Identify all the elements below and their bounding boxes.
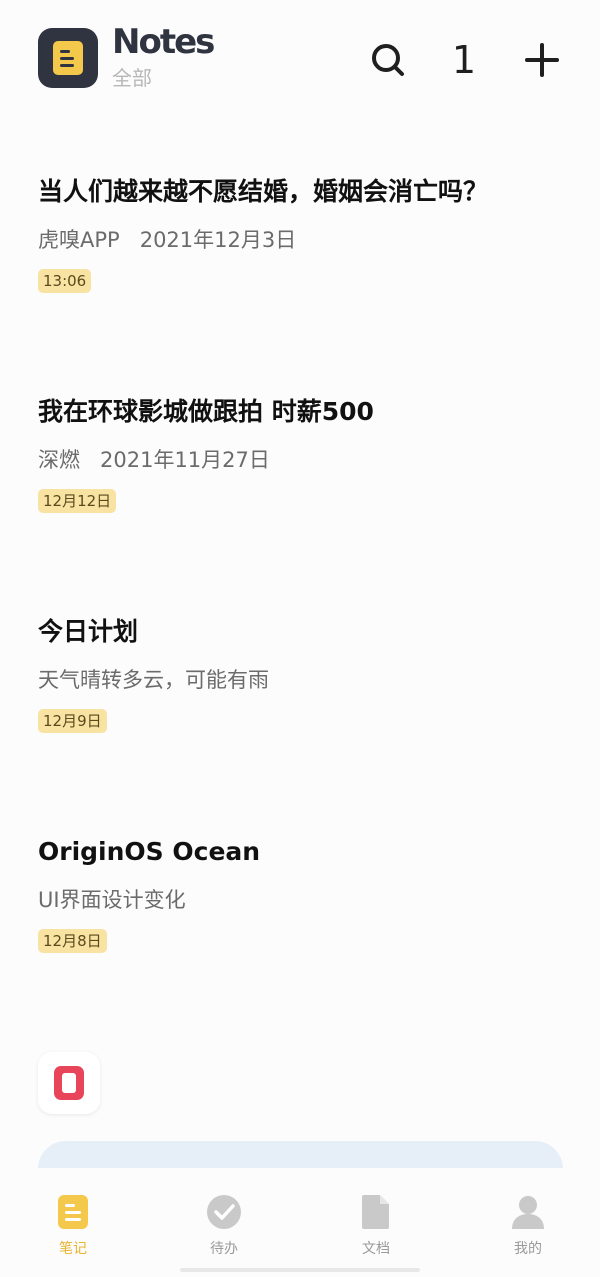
tab-todo[interactable]: 待办 [184,1194,264,1258]
note-source: 深燃 [38,448,80,472]
tab-me[interactable]: 我的 [488,1194,568,1258]
note-source: 虎嗅APP [38,228,120,252]
note-meta: 虎嗅APP 2021年12月3日 [38,225,568,255]
note-meta: 深燃 2021年11月27日 [38,445,568,475]
notes-screen: Notes 全部 1 当人们越来越不愿结婚，婚姻会消亡吗？ 虎嗅APP 2021年… [0,0,600,1277]
note-title: OriginOS Ocean [38,837,261,866]
note-icon [58,1195,88,1229]
document-icon [362,1195,389,1229]
note-date: 2021年12月3日 [139,228,297,252]
home-indicator[interactable] [180,1268,420,1272]
note-preview: UI界面设计变化 [38,888,186,912]
note-item[interactable]: 今日计划 天气晴转多云，可能有雨 12月9日 [38,614,568,733]
note-item[interactable]: 我在环球影城做跟拍 时薪500 深燃 2021年11月27日 12月12日 [38,394,568,513]
note-time-badge: 12月8日 [38,929,107,953]
bottom-nav: 笔记 待办 文档 我的 [0,1168,600,1277]
tab-label: 待办 [210,1241,238,1257]
note-time-badge: 13:06 [38,269,92,293]
note-meta: UI界面设计变化 [38,885,568,915]
tab-notes[interactable]: 笔记 [33,1194,113,1258]
check-circle-icon [207,1195,241,1229]
add-note-button[interactable] [518,36,566,84]
app-title: Notes [112,22,215,62]
header: Notes 全部 1 [0,0,600,120]
note-meta: 天气晴转多云，可能有雨 [38,665,568,695]
note-time-badge: 12月9日 [38,709,107,733]
folder-label[interactable]: 全部 [112,64,152,92]
note-title: 当人们越来越不愿结婚，婚姻会消亡吗？ [38,177,489,206]
tab-documents[interactable]: 文档 [336,1194,416,1258]
note-time-badge: 12月12日 [38,489,117,513]
floating-widget-button[interactable] [38,1052,100,1114]
tab-label: 文档 [362,1241,390,1257]
note-item[interactable]: 当人们越来越不愿结婚，婚姻会消亡吗？ 虎嗅APP 2021年12月3日 13:06 [38,174,568,293]
note-title: 我在环球影城做跟拍 时薪500 [38,397,374,426]
search-icon [372,44,404,76]
tab-label: 笔记 [59,1241,87,1257]
tab-label: 我的 [514,1241,542,1257]
plus-icon [525,43,559,77]
note-count[interactable]: 1 [440,36,488,84]
note-item[interactable]: OriginOS Ocean UI界面设计变化 12月8日 [38,834,568,953]
note-icon [53,41,83,75]
note-title: 今日计划 [38,617,139,646]
search-button[interactable] [364,36,412,84]
note-preview: 天气晴转多云，可能有雨 [38,668,269,692]
notes-app-icon[interactable] [38,28,98,88]
app-logo-icon [54,1066,84,1100]
note-date: 2021年11月27日 [100,448,270,472]
person-icon [512,1196,544,1229]
